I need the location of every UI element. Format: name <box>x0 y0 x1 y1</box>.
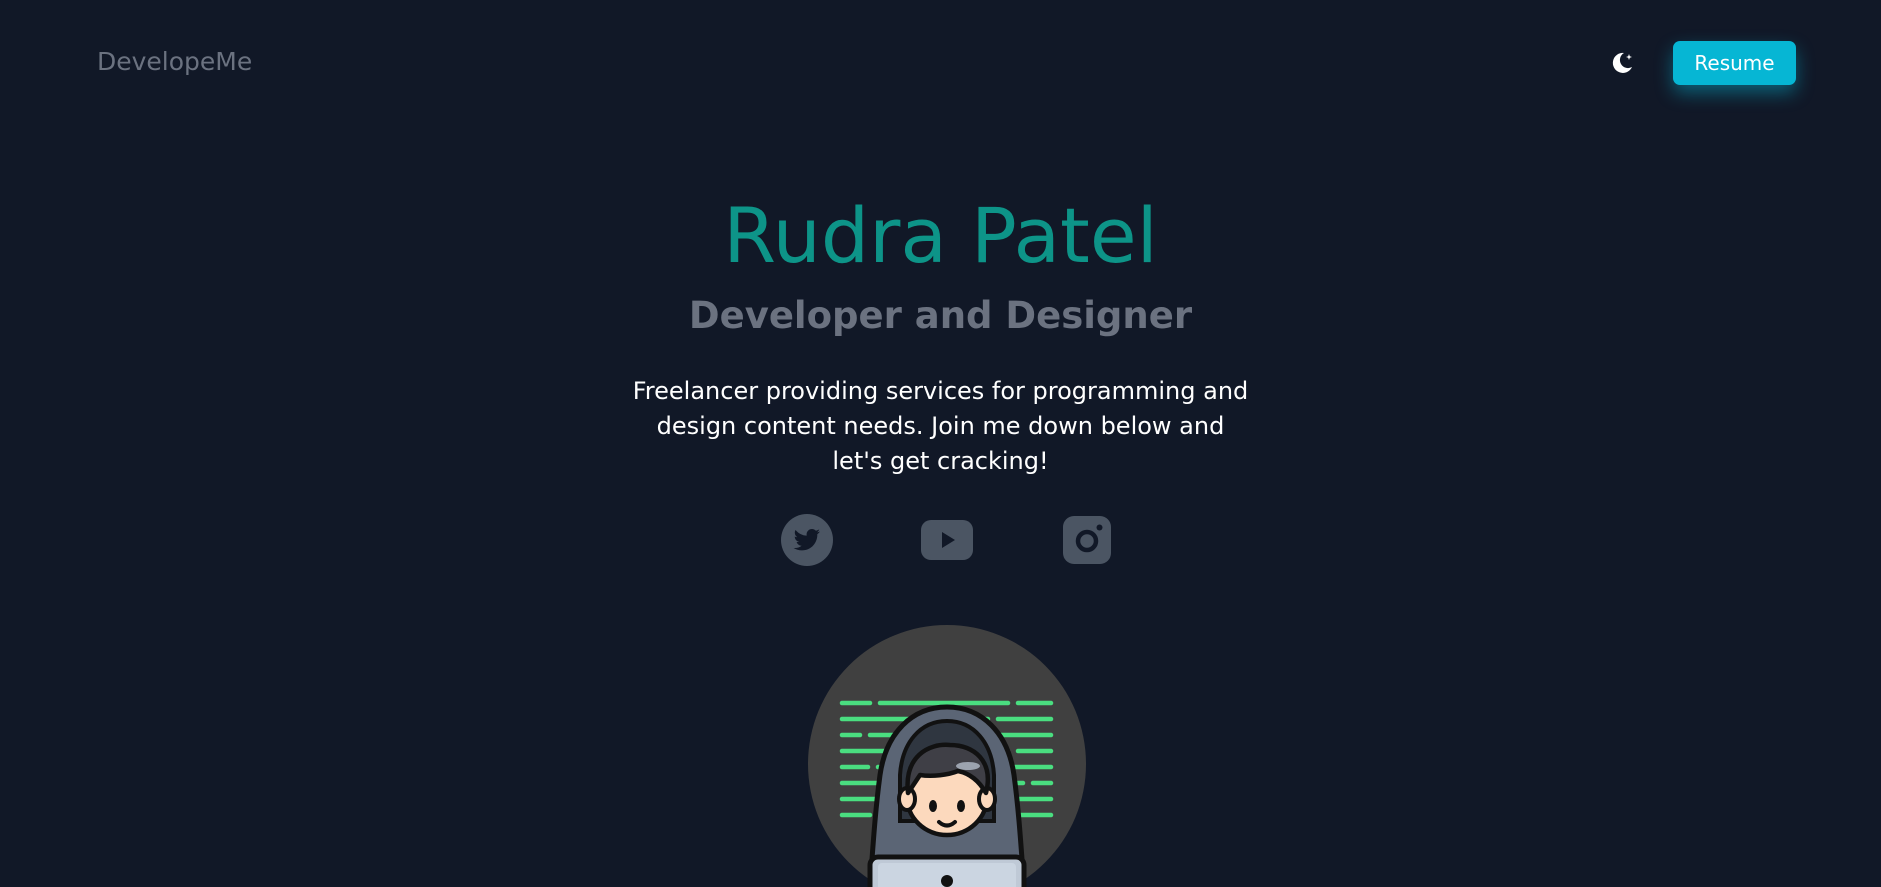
resume-button[interactable]: Resume <box>1673 41 1796 85</box>
portfolio-page: DevelopeMe Resume Rudra Patel Developer … <box>0 0 1881 887</box>
developer-illustration <box>808 625 1086 887</box>
navbar: DevelopeMe Resume <box>0 0 1881 126</box>
youtube-link[interactable] <box>920 513 974 567</box>
twitter-icon <box>781 514 833 566</box>
youtube-icon <box>921 520 973 560</box>
twitter-link[interactable] <box>780 513 834 567</box>
hero-description: Freelancer providing services for progra… <box>632 377 1249 475</box>
brand-logo[interactable]: DevelopeMe <box>97 47 252 76</box>
instagram-link[interactable] <box>1060 513 1114 567</box>
hero-name: Rudra Patel <box>723 191 1158 280</box>
theme-toggle-button[interactable] <box>1608 48 1636 76</box>
instagram-icon <box>1063 516 1111 564</box>
social-links <box>0 513 1881 567</box>
moon-icon <box>1612 52 1632 73</box>
hooded-developer-illustration <box>808 625 1086 887</box>
hero-role: Developer and Designer <box>688 294 1193 337</box>
